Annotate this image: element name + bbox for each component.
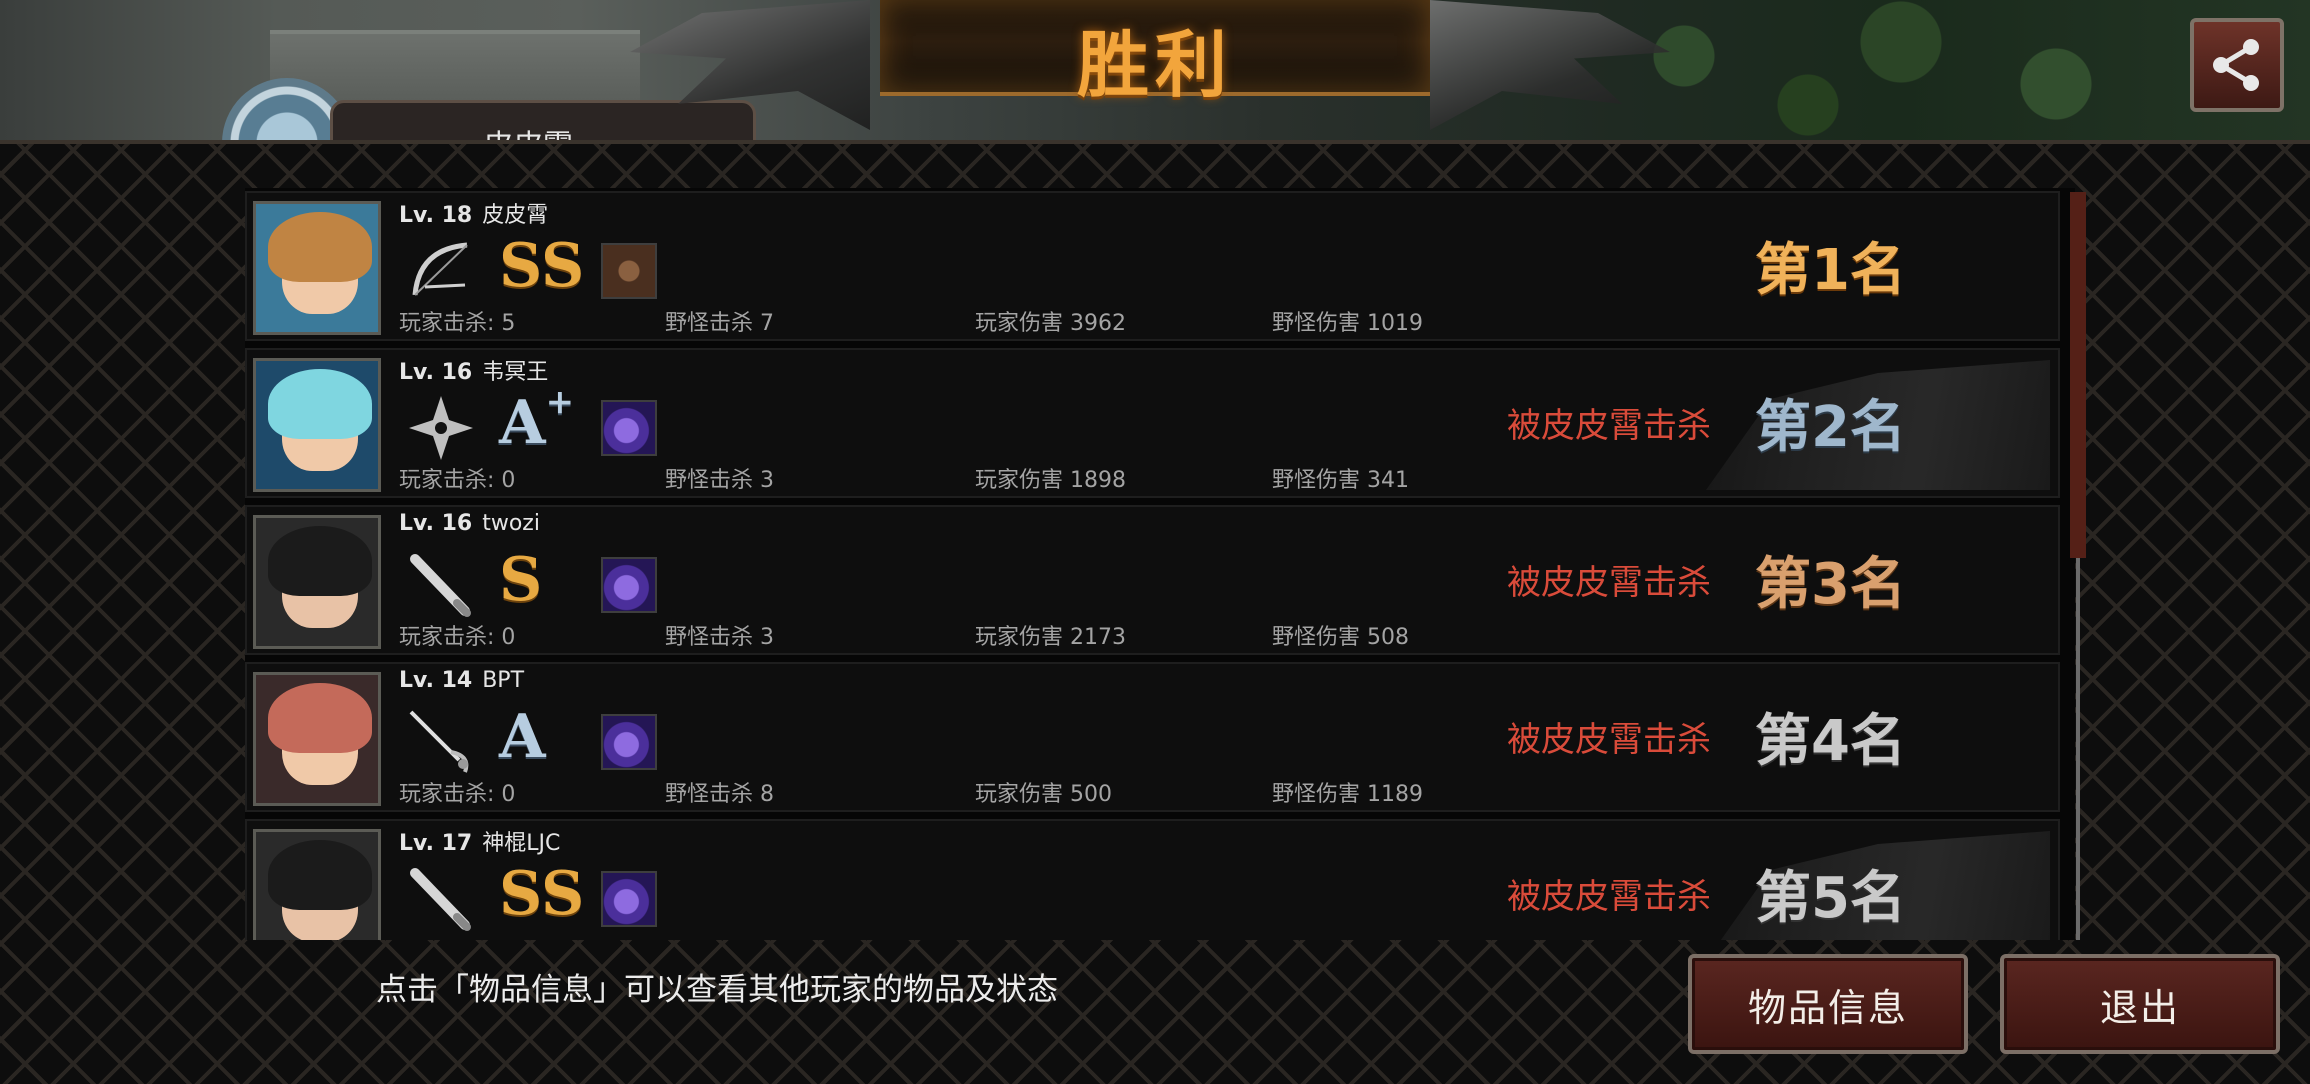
level-name: Lv. 16 twozi xyxy=(399,511,540,536)
monster-kills: 野怪击杀 7 xyxy=(665,311,774,336)
share-icon xyxy=(2213,39,2259,91)
player-damage: 玩家伤害 2173 xyxy=(975,625,1126,650)
monster-damage: 野怪伤害 508 xyxy=(1272,625,1409,650)
monster-damage: 野怪伤害 1019 xyxy=(1272,311,1423,336)
foliage xyxy=(1560,0,2180,140)
grade-badge: A xyxy=(499,702,546,772)
player-row-4[interactable]: Lv. 14 BPT A 玩家击杀: 0 野怪击杀 8 玩家伤害 500 野怪伤害… xyxy=(245,662,2060,812)
scrollbar-thumb[interactable] xyxy=(2070,192,2086,558)
player-kills: 玩家击杀: 5 xyxy=(399,311,516,336)
player-row-1[interactable]: Lv. 18 皮皮霄 SS 玩家击杀: 5 野怪击杀 7 玩家伤害 3962 野怪… xyxy=(245,191,2060,341)
brown-item-icon[interactable] xyxy=(601,243,657,299)
player-kills: 玩家击杀: 0 xyxy=(399,782,516,807)
purple-item-icon[interactable] xyxy=(601,557,657,613)
rank-label: 第4名 xyxy=(1755,709,1906,774)
player-damage: 玩家伤害 500 xyxy=(975,782,1112,807)
killed-by-label: 被皮皮霄击杀 xyxy=(1507,563,1711,603)
rank-label: 第3名 xyxy=(1755,552,1906,617)
avatar xyxy=(253,672,381,806)
hint-text: 点击「物品信息」可以查看其他玩家的物品及状态 xyxy=(376,972,1058,1008)
rank-label: 第5名 xyxy=(1755,866,1906,931)
purple-item-icon[interactable] xyxy=(601,871,657,927)
baseball-bat-icon xyxy=(410,868,471,931)
level-name: Lv. 17 神棍LJC xyxy=(399,831,561,856)
level-name: Lv. 14 BPT xyxy=(399,668,525,693)
monster-kills: 野怪击杀 3 xyxy=(665,625,774,650)
player-kills: 玩家击杀: 0 xyxy=(399,468,516,493)
avatar xyxy=(253,829,381,940)
rank-label: 第1名 xyxy=(1755,238,1906,303)
killed-by-label: 被皮皮霄击杀 xyxy=(1507,877,1711,917)
monster-kills: 野怪击杀 8 xyxy=(665,782,774,807)
purple-item-icon[interactable] xyxy=(601,400,657,456)
avatar xyxy=(253,201,381,335)
player-kills: 玩家击杀: 0 xyxy=(399,625,516,650)
player-row-5[interactable]: Lv. 17 神棍LJC SS 被皮皮霄击杀 第5名 xyxy=(245,819,2060,940)
avatar xyxy=(253,358,381,492)
grade-badge: SS xyxy=(499,231,585,301)
avatar xyxy=(253,515,381,649)
item-info-button[interactable]: 物品信息 xyxy=(1688,954,1968,1054)
rank-label: 第2名 xyxy=(1755,395,1906,460)
grade-badge: S xyxy=(499,545,543,615)
bow-icon xyxy=(412,242,468,296)
killed-by-label: 被皮皮霄击杀 xyxy=(1507,406,1711,446)
grade-badge: SS xyxy=(499,859,585,929)
results-list[interactable]: Lv. 18 皮皮霄 SS 玩家击杀: 5 野怪击杀 7 玩家伤害 3962 野怪… xyxy=(245,188,2075,940)
share-button[interactable] xyxy=(2190,18,2284,112)
baseball-bat-icon xyxy=(410,554,471,617)
player-row-2[interactable]: Lv. 16 韦冥王 A+ 玩家击杀: 0 野怪击杀 3 玩家伤害 1898 野怪… xyxy=(245,348,2060,498)
shuriken-icon xyxy=(409,396,473,460)
purple-item-icon[interactable] xyxy=(601,714,657,770)
level-name: Lv. 18 皮皮霄 xyxy=(399,203,549,228)
monster-kills: 野怪击杀 3 xyxy=(665,468,774,493)
monster-damage: 野怪伤害 1189 xyxy=(1272,782,1423,807)
rapier-icon xyxy=(409,710,469,773)
level-name: Lv. 16 韦冥王 xyxy=(399,360,549,385)
victory-banner: 胜利 xyxy=(880,0,1430,107)
grade-badge: A+ xyxy=(499,382,575,458)
player-damage: 玩家伤害 1898 xyxy=(975,468,1126,493)
monster-damage: 野怪伤害 341 xyxy=(1272,468,1409,493)
player-row-3[interactable]: Lv. 16 twozi S 玩家击杀: 0 野怪击杀 3 玩家伤害 2173 野… xyxy=(245,505,2060,655)
player-damage: 玩家伤害 3962 xyxy=(975,311,1126,336)
page-title: 胜利 xyxy=(1076,23,1233,107)
killed-by-label: 被皮皮霄击杀 xyxy=(1507,720,1711,760)
exit-button[interactable]: 退出 xyxy=(2000,954,2280,1054)
